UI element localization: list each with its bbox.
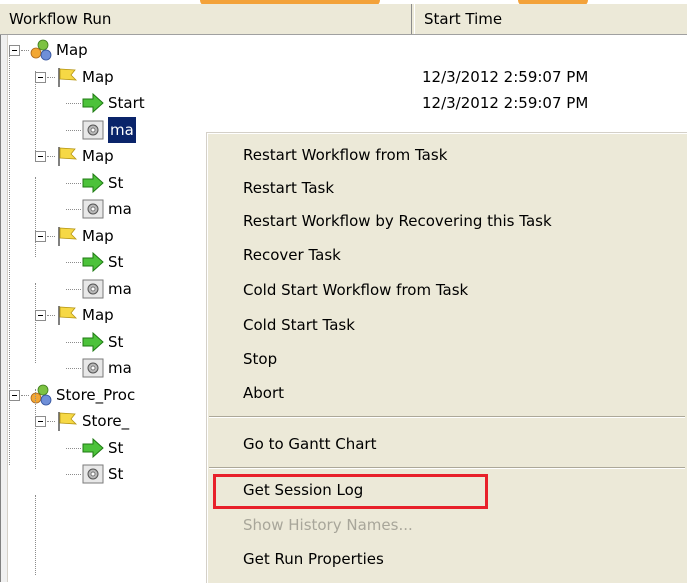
column-header: Workflow Run Start Time <box>0 4 687 35</box>
session-gear-icon <box>81 119 105 141</box>
tree-connector <box>35 389 36 469</box>
tree-row[interactable]: Map <box>0 37 687 63</box>
menu-separator <box>209 416 685 418</box>
context-menu: Restart Workflow from Task Restart Task Re… <box>206 132 687 583</box>
collapse-toggle[interactable] <box>35 151 46 162</box>
menu-item-restart-workflow-by-recovering-this-task[interactable]: Restart Workflow by Recovering this Task <box>243 205 552 238</box>
menu-item-get-run-properties[interactable]: Get Run Properties <box>243 543 384 576</box>
tree-connector <box>9 385 10 465</box>
collapse-toggle[interactable] <box>35 71 46 83</box>
start-time-value: 12/3/2012 2:59:07 PM <box>422 94 589 112</box>
column-start-time[interactable]: Start Time <box>414 4 687 34</box>
flag-icon <box>55 410 79 432</box>
start-time-value: 12/3/2012 2:59:07 PM <box>422 67 589 86</box>
tree-connector <box>35 177 36 257</box>
collapse-toggle[interactable] <box>9 389 20 401</box>
collapse-toggle[interactable] <box>35 416 46 427</box>
collapse-toggle[interactable] <box>35 230 46 242</box>
tree-label[interactable]: Map <box>82 64 114 90</box>
tree-label[interactable]: ma <box>108 196 132 222</box>
menu-item-go-to-gantt-chart[interactable]: Go to Gantt Chart <box>243 428 376 461</box>
menu-item-abort[interactable]: Abort <box>243 377 284 410</box>
menu-item-stop[interactable]: Stop <box>243 343 277 376</box>
tree-connector <box>35 71 36 151</box>
tree-label[interactable]: ma <box>108 116 136 143</box>
tree-label[interactable]: Store_ <box>82 408 129 434</box>
tree-label[interactable]: Map <box>56 37 88 63</box>
tree-label[interactable]: ma <box>108 276 132 302</box>
menu-item-cold-start-task[interactable]: Cold Start Task <box>243 309 355 342</box>
column-workflow-run[interactable]: Workflow Run <box>0 4 412 34</box>
green-arrow-icon <box>81 251 105 273</box>
menu-item-show-history-names: Show History Names... <box>243 516 413 534</box>
flag-icon <box>55 304 79 326</box>
menu-separator <box>209 467 685 469</box>
tree-label[interactable]: St <box>108 435 123 461</box>
green-arrow-icon <box>81 172 105 194</box>
tree-label[interactable]: Store_Proc <box>56 382 135 408</box>
tree-connector <box>35 283 36 363</box>
tree-label[interactable]: Map <box>82 223 114 249</box>
workflow-icon <box>29 384 53 406</box>
tree-label[interactable]: St <box>108 461 123 487</box>
green-arrow-icon <box>81 92 105 114</box>
flag-icon <box>55 145 79 167</box>
tree-connector <box>35 495 36 575</box>
session-gear-icon <box>81 357 105 379</box>
tree-row[interactable]: Start 12/3/2012 2:59:07 PM <box>0 90 687 116</box>
menu-item-restart-task[interactable]: Restart Task <box>243 172 334 205</box>
session-gear-icon <box>81 278 105 300</box>
tree-label[interactable]: St <box>108 329 123 355</box>
tree-connector <box>9 45 10 385</box>
tree-label[interactable]: St <box>108 249 123 275</box>
menu-item-restart-workflow-from-task[interactable]: Restart Workflow from Task <box>243 139 447 172</box>
tree-label[interactable]: ma <box>108 355 132 381</box>
menu-item-recover-task[interactable]: Recover Task <box>243 239 341 272</box>
menu-item-cold-start-workflow-from-task[interactable]: Cold Start Workflow from Task <box>243 274 468 307</box>
workflow-icon <box>29 39 53 61</box>
tree-row[interactable]: Map 12/3/2012 2:59:07 PM <box>0 64 687 90</box>
tree-label[interactable]: St <box>108 170 123 196</box>
tree-label[interactable]: Map <box>82 302 114 328</box>
highlight-box <box>213 474 488 509</box>
collapse-toggle[interactable] <box>9 45 20 56</box>
green-arrow-icon <box>81 331 105 353</box>
collapse-toggle[interactable] <box>35 310 46 321</box>
tree-label[interactable]: Map <box>82 143 114 169</box>
green-arrow-icon <box>81 437 105 459</box>
session-gear-icon <box>81 198 105 220</box>
session-gear-icon <box>81 463 105 485</box>
flag-icon <box>55 66 79 88</box>
flag-icon <box>55 225 79 247</box>
tree-label[interactable]: Start <box>108 90 145 116</box>
